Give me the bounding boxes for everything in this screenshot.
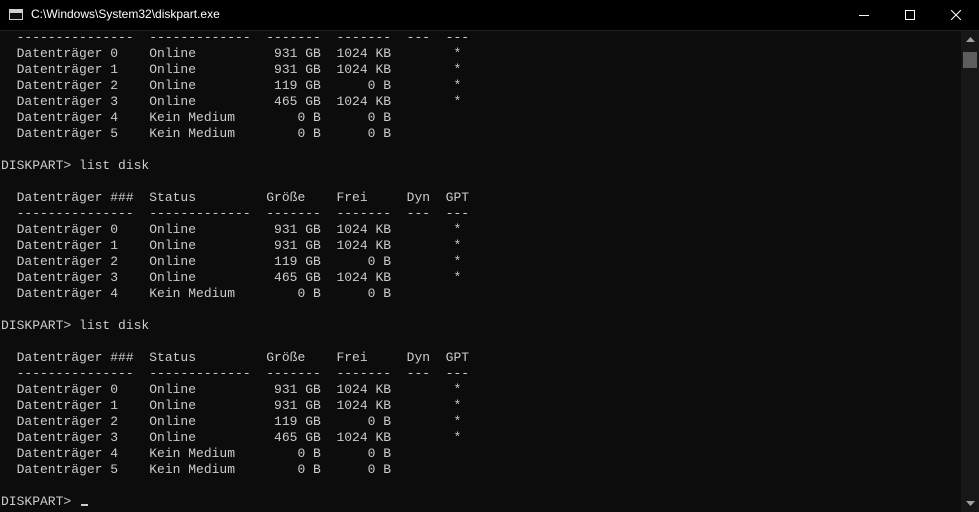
prompt-line: DISKPART> list disk <box>1 318 150 333</box>
console-line: Datenträger 0 Online 931 GB 1024 KB * <box>1 46 462 61</box>
window-title: C:\Windows\System32\diskpart.exe <box>31 7 220 21</box>
console-line: Datenträger 3 Online 465 GB 1024 KB * <box>1 94 462 109</box>
console-line: Datenträger ### Status Größe Frei Dyn GP… <box>1 190 470 205</box>
maximize-icon <box>905 10 915 20</box>
vertical-scrollbar[interactable] <box>961 31 979 512</box>
prompt-line: DISKPART> <box>1 494 80 509</box>
close-button[interactable] <box>933 0 979 30</box>
console-line: Datenträger 4 Kein Medium 0 B 0 B <box>1 446 392 461</box>
console-output[interactable]: --------------- ------------- ------- --… <box>0 31 961 512</box>
scroll-up-arrow-icon <box>965 37 975 42</box>
scroll-down-button[interactable] <box>961 495 979 512</box>
console-line: Datenträger 1 Online 931 GB 1024 KB * <box>1 238 462 253</box>
scroll-down-arrow-icon <box>965 501 975 506</box>
console-line: Datenträger 3 Online 465 GB 1024 KB * <box>1 270 462 285</box>
minimize-icon <box>859 15 869 16</box>
console-line: Datenträger 2 Online 119 GB 0 B * <box>1 254 462 269</box>
console-app-icon[interactable] <box>9 9 23 20</box>
scroll-up-button[interactable] <box>961 31 979 48</box>
console-line: --------------- ------------- ------- --… <box>1 366 470 381</box>
close-icon <box>951 10 961 20</box>
title-bar[interactable]: C:\Windows\System32\diskpart.exe <box>0 0 979 31</box>
console-line: --------------- ------------- ------- --… <box>1 206 470 221</box>
console-line: Datenträger 5 Kein Medium 0 B 0 B <box>1 462 392 477</box>
scroll-thumb[interactable] <box>963 52 977 68</box>
prompt-line: DISKPART> list disk <box>1 158 150 173</box>
minimize-button[interactable] <box>841 0 887 30</box>
console-window: C:\Windows\System32\diskpart.exe -------… <box>0 0 979 512</box>
console-line: --------------- ------------- ------- --… <box>1 31 470 45</box>
console-line: Datenträger 2 Online 119 GB 0 B * <box>1 414 462 429</box>
console-line: Datenträger ### Status Größe Frei Dyn GP… <box>1 350 470 365</box>
console-line: Datenträger 4 Kein Medium 0 B 0 B <box>1 286 392 301</box>
console-line: Datenträger 1 Online 931 GB 1024 KB * <box>1 62 462 77</box>
console-line: Datenträger 3 Online 465 GB 1024 KB * <box>1 430 462 445</box>
console-line: Datenträger 0 Online 931 GB 1024 KB * <box>1 222 462 237</box>
console-line: Datenträger 1 Online 931 GB 1024 KB * <box>1 398 462 413</box>
console-line: Datenträger 2 Online 119 GB 0 B * <box>1 78 462 93</box>
maximize-button[interactable] <box>887 0 933 30</box>
console-line: Datenträger 4 Kein Medium 0 B 0 B <box>1 110 392 125</box>
console-text: --------------- ------------- ------- --… <box>1 31 469 510</box>
console-line: Datenträger 0 Online 931 GB 1024 KB * <box>1 382 462 397</box>
text-cursor <box>81 504 89 506</box>
console-line: Datenträger 5 Kein Medium 0 B 0 B <box>1 126 392 141</box>
